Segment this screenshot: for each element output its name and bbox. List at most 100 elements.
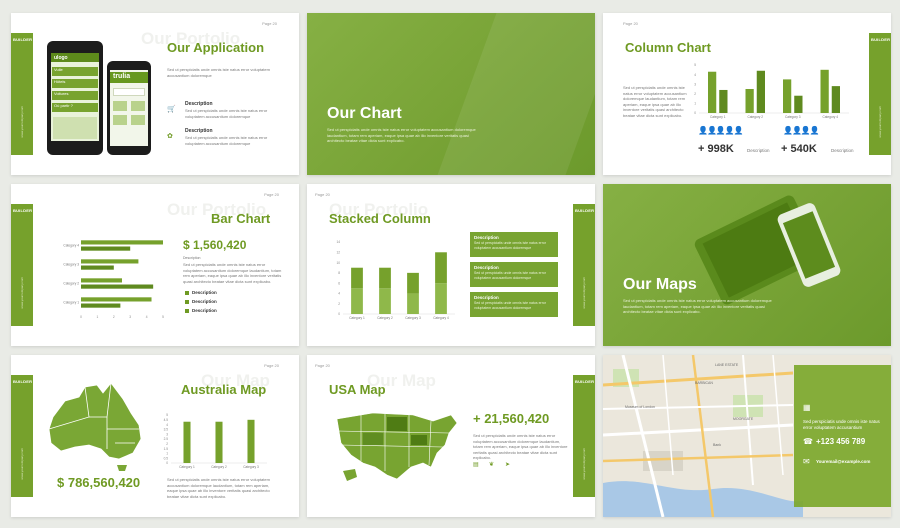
stacked-bar-segment <box>435 252 447 284</box>
app-logo: ulogo <box>51 53 99 62</box>
map-label: LANE ESTATE <box>715 363 739 367</box>
slide-sidebar: BUILDER www.yourcompany.com <box>869 33 891 155</box>
desc-text-1: Sed ut perspiciatis unde omnis iste natu… <box>185 108 268 119</box>
side-url: www.yourcompany.com <box>20 105 24 137</box>
slide-title: Our Chart <box>327 105 402 122</box>
y-tick-label: Category 1 <box>63 301 79 305</box>
slide-usa-map[interactable]: BUILDER www.yourcompany.com Page 20 Our … <box>307 355 595 517</box>
slide-city-map[interactable]: LANE ESTATE BARBICAN Museum of London MO… <box>603 355 891 517</box>
slide-body-text: Sed ut perspiciatis unde omnis iste natu… <box>473 433 568 460</box>
x-tick-label: Category 3 <box>785 115 801 119</box>
desc-heading-1: Description <box>185 101 213 107</box>
x-tick-label: Category 2 <box>747 115 763 119</box>
slide-body-text: Sed ut perspiciatis unde omnis iste natu… <box>167 67 270 78</box>
document-icon: ▤ <box>473 462 479 468</box>
y-tick-label: 4 <box>694 73 696 77</box>
legend-item: Description <box>185 299 217 304</box>
slide-body-text: Sed ut perspiciatis unde omnis iste natu… <box>167 477 270 499</box>
y-tick-label: 6 <box>338 281 340 285</box>
app-tile <box>113 101 127 111</box>
usa-map <box>336 412 458 481</box>
x-tick-label: Category 1 <box>349 316 365 320</box>
bar <box>81 284 154 289</box>
x-tick-label: Category 3 <box>405 316 421 320</box>
side-url: www.yourcompany.com <box>20 447 24 479</box>
stat-value: + 540K <box>781 143 817 155</box>
bar <box>81 259 139 264</box>
slide-our-maps[interactable]: Our Maps Sed ut perspiciatis unde omnis … <box>603 184 891 346</box>
x-tick-label: 1 <box>97 315 99 319</box>
slide-column-chart[interactable]: BUILDER www.yourcompany.com Page 20 Colu… <box>603 13 891 175</box>
phone-icon: ☎ <box>803 437 813 446</box>
y-tick-label: Category 3 <box>63 263 79 267</box>
bar <box>81 297 152 302</box>
bar <box>756 70 765 113</box>
y-tick-label: 4 <box>338 292 340 296</box>
column-chart: 0 1 2 3 4 5 Category 1 Category 2 Category 3 Cate… <box>694 63 849 119</box>
people-icons: 👤👤👤👤👤 <box>698 126 744 135</box>
y-tick-label: 2.5 <box>164 437 169 441</box>
y-tick-label: 4 <box>166 423 168 427</box>
map-label: Museum of London <box>625 405 655 409</box>
y-tick-label: 0.5 <box>164 456 169 460</box>
contact-panel: ▦ Sed perspiciatis unde omnis iste natus… <box>794 365 891 507</box>
stacked-bar-segment <box>435 283 447 314</box>
people-icons: 👤👤👤👤 <box>783 126 820 135</box>
slide-our-chart[interactable]: Our Chart Sed ut perspiciatis unde omnis… <box>307 13 595 175</box>
phone-number: +123 456 789 <box>816 437 866 446</box>
slide-bar-chart[interactable]: BUILDER www.yourcompany.com Page 20 Our … <box>11 184 299 346</box>
amount-label: Description <box>183 256 201 260</box>
page-number: Page 20 <box>262 21 277 26</box>
bar <box>81 265 114 270</box>
slide-our-application[interactable]: BUILDER www.yourcompany.com Page 20 Our … <box>11 13 299 175</box>
legend-item: Description <box>185 290 217 295</box>
y-tick-label: 1 <box>166 452 168 456</box>
email-address: Youremail@example.com <box>816 459 871 464</box>
slide-title: Our Application <box>167 40 265 55</box>
slide-stacked-column[interactable]: BUILDER www.yourcompany.com Page 20 Our … <box>307 184 595 346</box>
description-box: Description Sed ut perspiciatis unde omn… <box>470 292 558 317</box>
stacked-bar-segment <box>379 288 391 314</box>
phone-screen: ulogo Vuile Hôtels Voitures Où partir ? <box>51 53 99 141</box>
amount-value: $ 786,560,420 <box>57 475 141 490</box>
stacked-bar-segment <box>351 288 363 314</box>
stacked-column-chart: 0 2 4 6 8 10 12 14 Category 1 Category 2 Category … <box>336 240 455 320</box>
bar <box>783 79 792 113</box>
page-number: Page 20 <box>264 192 279 197</box>
brand-label: BUILDER <box>13 37 33 42</box>
slide-australia-map[interactable]: BUILDER www.yourcompany.com Page 20 Our … <box>11 355 299 517</box>
slide-sidebar: BUILDER www.yourcompany.com <box>573 375 595 497</box>
australia-map <box>48 382 142 471</box>
side-url: www.yourcompany.com <box>582 447 586 479</box>
column-chart: 00.511.522.533.544.55 Category 1 Category … <box>164 413 267 469</box>
send-icon: ➤ <box>505 462 511 468</box>
y-tick-label: 12 <box>336 250 340 254</box>
x-tick-label: 5 <box>162 315 164 319</box>
y-tick-label: 1 <box>694 102 696 106</box>
slide-body-text: Sed ut perspiciatis unde omnis iste natu… <box>183 262 282 284</box>
x-tick-label: 4 <box>146 315 148 319</box>
bar <box>183 421 191 463</box>
cart-icon: 🛒 <box>167 106 176 113</box>
brand-label: BUILDER <box>13 379 33 384</box>
x-tick-label: Category 3 <box>243 465 259 469</box>
slide-sidebar: BUILDER www.yourcompany.com <box>11 204 33 326</box>
x-tick-label: 0 <box>80 315 82 319</box>
horizontal-bar-chart: 0 1 2 3 4 5 Category 4 Category 3 Category 2 Cate… <box>63 240 164 319</box>
y-tick-label: 10 <box>336 261 340 265</box>
x-tick-label: Category 2 <box>377 316 393 320</box>
bar <box>81 303 121 308</box>
map-label: Bank <box>713 443 721 447</box>
slide-sidebar: BUILDER www.yourcompany.com <box>573 204 595 326</box>
y-tick-label: 14 <box>336 240 340 244</box>
y-tick-label: 2 <box>694 92 696 96</box>
app-tile <box>113 115 127 125</box>
y-tick-label: 0 <box>166 461 168 465</box>
bar <box>820 69 829 113</box>
x-tick-label: Category 2 <box>211 465 227 469</box>
slide-sidebar: BUILDER www.yourcompany.com <box>11 33 33 155</box>
side-url: www.yourcompany.com <box>878 105 882 137</box>
bar <box>81 246 131 251</box>
x-tick-label: Category 4 <box>433 316 449 320</box>
phone-mockup-large: ulogo Vuile Hôtels Voitures Où partir ? <box>47 41 103 155</box>
